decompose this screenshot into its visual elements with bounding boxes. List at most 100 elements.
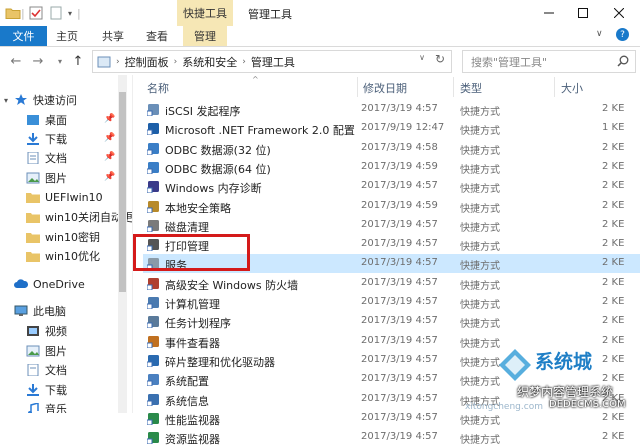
- file-row[interactable]: 磁盘清理 2017/3/19 4:57 快捷方式 2 KE: [143, 216, 640, 235]
- video-icon: [27, 326, 39, 336]
- file-size: 2 KE: [602, 276, 625, 288]
- folder-icon: [26, 252, 40, 262]
- column-header-size[interactable]: 大小: [561, 80, 583, 96]
- file-date: 2017/3/19 4:57: [361, 276, 438, 288]
- file-size: 2 KE: [602, 334, 625, 346]
- refresh-icon[interactable]: ↻: [435, 52, 445, 66]
- tab-view[interactable]: 查看: [142, 26, 172, 46]
- folder-icon[interactable]: [5, 6, 21, 20]
- nav-pc-pictures[interactable]: 图片: [26, 341, 67, 361]
- file-row[interactable]: ODBC 数据源(64 位) 2017/3/19 4:59 快捷方式 2 KE: [143, 158, 640, 177]
- cfg-shortcut-icon: [147, 374, 159, 387]
- back-button[interactable]: ←: [8, 53, 24, 69]
- file-row[interactable]: 高级安全 Windows 防火墙 2017/3/19 4:57 快捷方式 2 KE: [143, 274, 640, 293]
- file-date: 2017/3/19 4:57: [361, 411, 438, 423]
- nav-pc-documents[interactable]: 文档: [26, 360, 67, 380]
- up-button[interactable]: ↑: [70, 53, 86, 69]
- column-header-name[interactable]: 名称: [147, 80, 169, 96]
- title-bar: | ▾ | 快捷工具 管理工具: [0, 0, 640, 26]
- context-tab-shortcut-tools: 快捷工具: [177, 0, 233, 26]
- file-row[interactable]: 任务计划程序 2017/3/19 4:57 快捷方式 2 KE: [143, 312, 640, 331]
- nav-pc-downloads[interactable]: 下载: [26, 380, 67, 400]
- file-type: 快捷方式: [460, 222, 500, 234]
- file-name: ODBC 数据源(64 位): [165, 162, 271, 176]
- file-size: 2 KE: [602, 218, 625, 230]
- nav-documents[interactable]: 文档: [26, 148, 67, 168]
- control-panel-icon: [97, 56, 111, 67]
- nav-pictures[interactable]: 图片: [26, 168, 67, 188]
- column-header-date[interactable]: 修改日期: [363, 80, 407, 96]
- forward-button[interactable]: →: [30, 53, 46, 69]
- recent-locations-button[interactable]: ▾: [52, 53, 68, 69]
- breadcrumb-admin-tools[interactable]: 管理工具: [251, 54, 295, 70]
- file-type: 快捷方式: [460, 261, 500, 273]
- file-row[interactable]: 本地安全策略 2017/3/19 4:59 快捷方式 2 KE: [143, 197, 640, 216]
- search-input[interactable]: 搜索"管理工具": [462, 50, 636, 73]
- perf-shortcut-icon: [147, 412, 159, 425]
- nav-label: 视频: [45, 325, 67, 338]
- file-type: 快捷方式: [460, 107, 500, 118]
- nav-music[interactable]: 音乐: [26, 399, 67, 413]
- nav-label: 图片: [45, 345, 67, 358]
- file-name: 磁盘清理: [165, 220, 209, 234]
- watermark-brand: 系统城: [535, 351, 593, 373]
- file-row[interactable]: ODBC 数据源(32 位) 2017/3/19 4:58 快捷方式 2 KE: [143, 139, 640, 158]
- breadcrumb-control-panel[interactable]: 控制面板: [125, 54, 169, 70]
- odbc-shortcut-icon: [147, 142, 159, 155]
- nav-folder-win10-update[interactable]: win10关闭自动更: [26, 207, 132, 227]
- nav-videos[interactable]: 视频: [26, 321, 67, 341]
- sec-shortcut-icon: [147, 200, 159, 213]
- nav-this-pc[interactable]: 此电脑: [4, 301, 66, 321]
- tab-file[interactable]: 文件: [0, 26, 47, 46]
- file-size: 2 KE: [602, 141, 625, 153]
- nav-folder-win10-optimize[interactable]: win10优化: [26, 246, 100, 266]
- column-divider[interactable]: [453, 77, 454, 97]
- file-row[interactable]: Microsoft .NET Framework 2.0 配置 2017/9/19…: [143, 119, 640, 138]
- file-type: 快捷方式: [460, 300, 500, 311]
- nav-scrollbar-thumb[interactable]: [119, 92, 126, 292]
- file-type: 快捷方式: [460, 203, 500, 215]
- nav-onedrive[interactable]: OneDrive: [4, 274, 85, 294]
- search-placeholder: 搜索"管理工具": [471, 55, 548, 69]
- mem-shortcut-icon: [147, 181, 159, 194]
- nav-quick-access[interactable]: ▾ 快速访问: [4, 90, 77, 110]
- info-shortcut-icon: [147, 393, 159, 406]
- tab-home[interactable]: 主页: [52, 26, 82, 46]
- nav-downloads[interactable]: 下载: [26, 129, 67, 149]
- file-size: 2 KE: [602, 315, 625, 327]
- file-row[interactable]: 计算机管理 2017/3/19 4:57 快捷方式 2 KE: [143, 293, 640, 312]
- nav-folder-win10-key[interactable]: win10密钥: [26, 227, 100, 247]
- nav-folder-uefiwin10[interactable]: UEFIwin10: [26, 187, 103, 207]
- folder-icon: [26, 233, 40, 243]
- file-date: 2017/3/19 4:59: [361, 160, 438, 172]
- breadcrumb-system-security[interactable]: 系统和安全: [182, 54, 237, 70]
- sort-indicator-icon: ^: [252, 75, 259, 84]
- nav-desktop[interactable]: 桌面: [26, 110, 67, 130]
- dropdown-arrow-icon[interactable]: ▾: [68, 9, 72, 18]
- tab-share[interactable]: 共享: [98, 26, 128, 46]
- file-date: 2017/3/19 4:57: [361, 180, 438, 192]
- tab-manage[interactable]: 管理: [183, 26, 227, 46]
- nav-label: 音乐: [45, 403, 67, 413]
- close-button[interactable]: [602, 0, 636, 26]
- minimize-button[interactable]: [532, 0, 566, 26]
- file-row[interactable]: iSCSI 发起程序 2017/3/19 4:57 快捷方式 2 KE: [143, 100, 640, 119]
- music-icon: [28, 403, 39, 413]
- collapse-arrow-icon[interactable]: ▾: [4, 96, 14, 105]
- maximize-button[interactable]: [566, 0, 600, 26]
- column-divider[interactable]: [554, 77, 555, 97]
- help-icon[interactable]: ?: [616, 28, 629, 41]
- new-folder-icon[interactable]: [49, 6, 63, 20]
- ribbon-expand-icon[interactable]: ∨: [596, 29, 603, 39]
- file-row[interactable]: 资源监视器 2017/3/19 4:57 快捷方式 2 KE: [143, 428, 640, 447]
- properties-check-icon[interactable]: [29, 6, 43, 20]
- watermark-logo-icon: [499, 349, 531, 381]
- address-box[interactable]: › 控制面板 › 系统和安全 › 管理工具 ∨ ↻: [92, 50, 452, 73]
- column-header-type[interactable]: 类型: [460, 80, 482, 96]
- address-bar-row: ← → ▾ ↑ › 控制面板 › 系统和安全 › 管理工具 ∨ ↻ 搜索"管理工…: [0, 47, 640, 76]
- column-divider[interactable]: [357, 77, 358, 97]
- file-size: 2 KE: [602, 103, 625, 114]
- file-row[interactable]: Windows 内存诊断 2017/3/19 4:57 快捷方式 2 KE: [143, 177, 640, 196]
- file-name: Microsoft .NET Framework 2.0 配置: [165, 124, 355, 138]
- address-dropdown-icon[interactable]: ∨: [419, 53, 425, 62]
